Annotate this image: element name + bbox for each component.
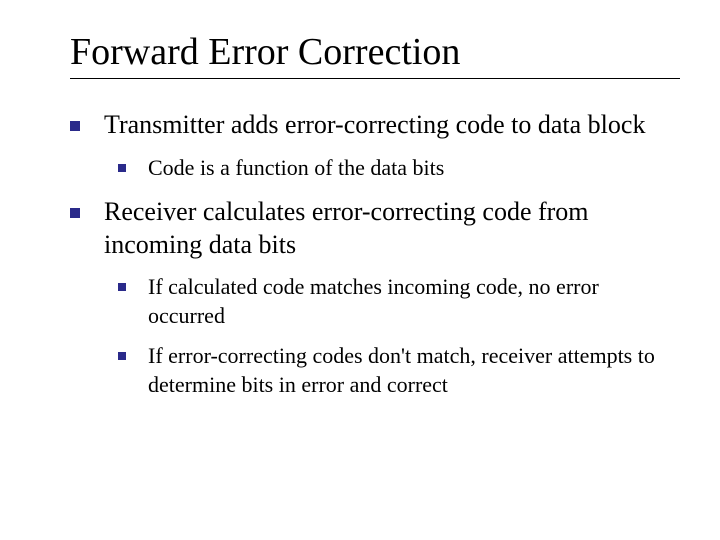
list-item: Transmitter adds error-correcting code t… <box>70 109 680 182</box>
list-item-text: Transmitter adds error-correcting code t… <box>104 110 645 139</box>
slide-title: Forward Error Correction <box>70 30 680 74</box>
bullet-list: Transmitter adds error-correcting code t… <box>70 109 680 399</box>
list-item: If calculated code matches incoming code… <box>118 273 680 330</box>
list-item-text: If calculated code matches incoming code… <box>148 274 599 328</box>
title-underline <box>70 78 680 79</box>
square-bullet-icon <box>70 208 80 218</box>
slide: Forward Error Correction Transmitter add… <box>0 0 720 540</box>
list-item: Code is a function of the data bits <box>118 154 680 183</box>
list-item-text: Receiver calculates error-correcting cod… <box>104 197 589 259</box>
list-item-text: If error-correcting codes don't match, r… <box>148 343 655 397</box>
square-bullet-icon <box>70 121 80 131</box>
square-bullet-icon <box>118 352 126 360</box>
sub-bullet-list: If calculated code matches incoming code… <box>118 273 680 399</box>
list-item: Receiver calculates error-correcting cod… <box>70 196 680 399</box>
list-item-text: Code is a function of the data bits <box>148 155 444 180</box>
list-item: If error-correcting codes don't match, r… <box>118 342 680 399</box>
square-bullet-icon <box>118 164 126 172</box>
square-bullet-icon <box>118 283 126 291</box>
sub-bullet-list: Code is a function of the data bits <box>118 154 680 183</box>
